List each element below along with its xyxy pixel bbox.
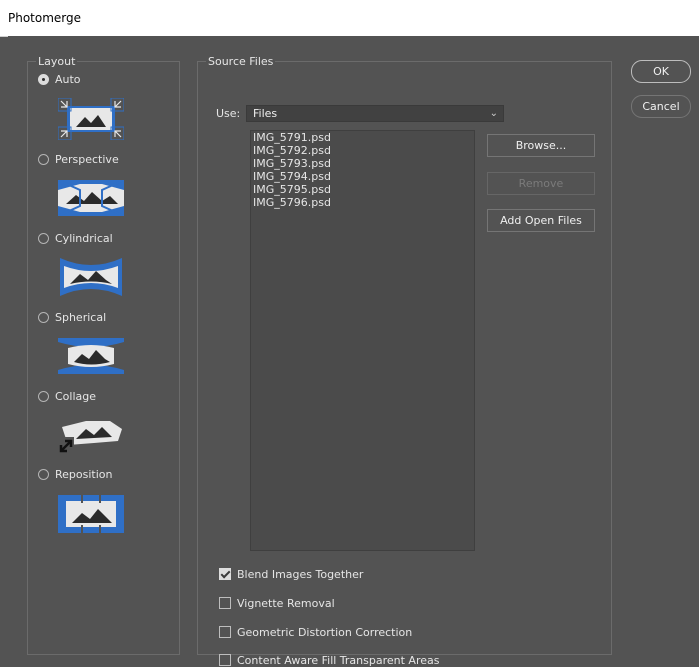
checkbox-label: Blend Images Together — [237, 567, 364, 581]
chevron-down-icon: ⌄ — [489, 108, 498, 119]
radio-label: Perspective — [55, 152, 119, 166]
radio-perspective[interactable]: Perspective — [38, 151, 119, 167]
checkbox[interactable] — [219, 597, 231, 609]
spherical-layout-icon[interactable] — [58, 338, 124, 374]
layout-legend: Layout — [36, 55, 78, 68]
checkbox-label: Geometric Distortion Correction — [237, 625, 413, 639]
radio-button[interactable] — [38, 232, 49, 244]
blend-images-checkbox[interactable]: Blend Images Together — [219, 567, 363, 581]
radio-reposition[interactable]: Reposition — [38, 466, 113, 482]
list-item[interactable]: IMG_5791.psd — [251, 131, 474, 144]
radio-collage[interactable]: Collage — [38, 388, 96, 404]
list-item[interactable]: IMG_5795.psd — [251, 183, 474, 196]
perspective-layout-icon[interactable] — [58, 180, 124, 216]
checkbox[interactable] — [219, 654, 231, 666]
vignette-removal-checkbox[interactable]: Vignette Removal — [219, 596, 335, 610]
radio-button[interactable] — [38, 311, 49, 323]
checkbox[interactable] — [219, 568, 231, 580]
radio-label: Cylindrical — [55, 231, 113, 245]
list-item[interactable]: IMG_5793.psd — [251, 157, 474, 170]
radio-label: Collage — [55, 389, 97, 403]
radio-label: Spherical — [55, 310, 107, 324]
title-bar: Photomerge — [0, 0, 699, 37]
browse-button[interactable]: Browse... — [487, 134, 595, 157]
radio-label: Auto — [55, 72, 81, 86]
checkbox-label: Content Aware Fill Transparent Areas — [237, 653, 440, 667]
file-list[interactable]: IMG_5791.psd IMG_5792.psd IMG_5793.psd I… — [250, 130, 475, 551]
remove-button[interactable]: Remove — [487, 172, 595, 195]
checkbox[interactable] — [219, 626, 231, 638]
add-open-files-button[interactable]: Add Open Files — [487, 209, 595, 232]
geometric-distortion-checkbox[interactable]: Geometric Distortion Correction — [219, 625, 412, 639]
content-aware-fill-checkbox[interactable]: Content Aware Fill Transparent Areas — [219, 653, 439, 667]
reposition-layout-icon[interactable] — [58, 495, 124, 533]
layout-group: Layout Auto Perspective Cylindrical Sphe… — [27, 55, 180, 655]
collage-layout-icon[interactable] — [58, 415, 124, 455]
ok-button[interactable]: OK — [631, 60, 691, 83]
list-item[interactable]: IMG_5796.psd — [251, 196, 474, 209]
cylindrical-layout-icon[interactable] — [58, 258, 124, 296]
use-dropdown-value: Files — [253, 107, 278, 120]
radio-button[interactable] — [38, 153, 49, 165]
radio-button[interactable] — [38, 73, 49, 85]
use-label: Use: — [216, 107, 241, 120]
radio-button[interactable] — [38, 390, 49, 402]
source-files-group: Source Files Use: Files ⌄ IMG_5791.psd I… — [197, 55, 612, 667]
list-item[interactable]: IMG_5794.psd — [251, 170, 474, 183]
auto-layout-icon[interactable] — [58, 98, 124, 140]
radio-cylindrical[interactable]: Cylindrical — [38, 230, 113, 246]
checkbox-label: Vignette Removal — [237, 596, 335, 610]
list-item[interactable]: IMG_5792.psd — [251, 144, 474, 157]
radio-button[interactable] — [38, 468, 49, 480]
use-dropdown[interactable]: Files ⌄ — [246, 105, 504, 122]
cancel-button[interactable]: Cancel — [631, 95, 691, 118]
dialog-body: Layout Auto Perspective Cylindrical Sphe… — [8, 36, 699, 667]
radio-label: Reposition — [55, 467, 113, 481]
radio-spherical[interactable]: Spherical — [38, 309, 106, 325]
source-files-legend: Source Files — [206, 55, 276, 68]
radio-auto[interactable]: Auto — [38, 71, 81, 87]
window-title: Photomerge — [8, 11, 82, 25]
